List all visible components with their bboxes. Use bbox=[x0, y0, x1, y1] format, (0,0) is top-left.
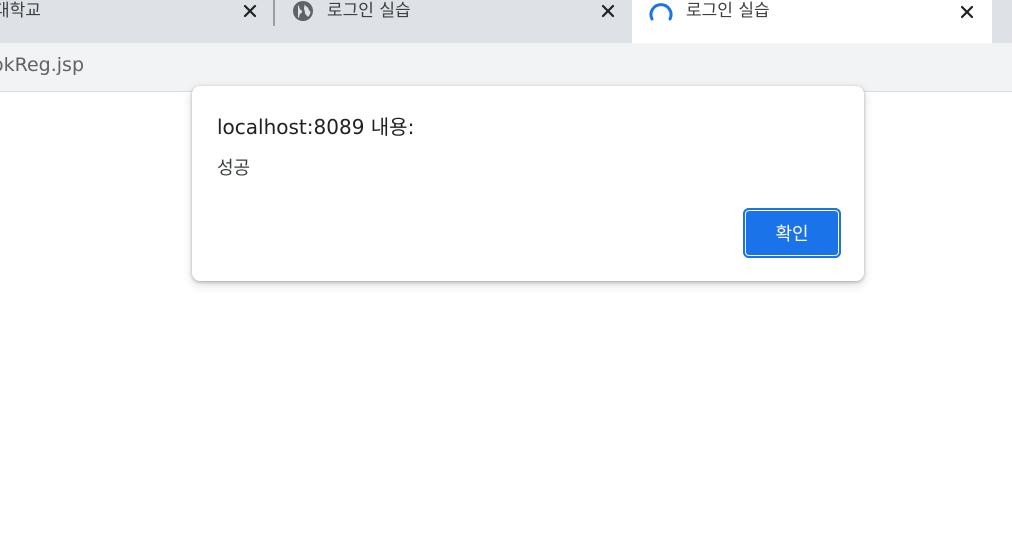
url-text[interactable]: okReg.jsp bbox=[0, 52, 84, 78]
close-icon[interactable] bbox=[598, 1, 618, 21]
loading-spinner-icon bbox=[649, 0, 673, 28]
tab-title: 로그인 실습 bbox=[327, 1, 411, 21]
globe-icon bbox=[292, 0, 314, 26]
dialog-message: 성공 bbox=[217, 158, 251, 179]
tab-title: 대학교 bbox=[0, 1, 41, 21]
dialog-title: localhost:8089 내용: bbox=[217, 115, 415, 139]
ok-button[interactable]: 확인 bbox=[743, 208, 841, 258]
close-icon[interactable] bbox=[240, 1, 260, 21]
tab-separator bbox=[273, 0, 275, 26]
address-bar[interactable]: okReg.jsp bbox=[0, 43, 1012, 92]
tab-title: 로그인 실습 bbox=[686, 1, 770, 21]
tab-university[interactable]: 대학교 bbox=[0, 0, 274, 37]
tab-strip: 대학교 로그인 실습 로그인 실습 bbox=[0, 0, 1012, 43]
tab-login-practice[interactable]: 로그인 실습 bbox=[276, 0, 632, 37]
tab-login-practice-active[interactable]: 로그인 실습 bbox=[632, 0, 992, 43]
alert-dialog: localhost:8089 내용: 성공 확인 bbox=[192, 86, 864, 281]
tab-next-partial[interactable] bbox=[992, 0, 1012, 37]
close-icon[interactable] bbox=[957, 2, 977, 22]
